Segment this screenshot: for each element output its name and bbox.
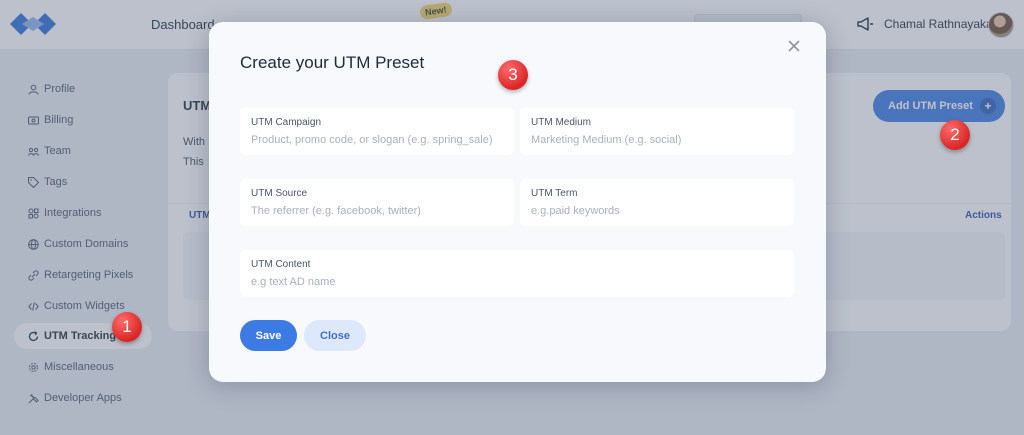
utm-medium-label: UTM Medium (531, 117, 592, 128)
utm-term-input[interactable] (531, 205, 783, 217)
utm-source-label: UTM Source (251, 188, 308, 199)
utm-term-field[interactable]: UTM Term (520, 179, 794, 226)
utm-term-label: UTM Term (531, 188, 578, 199)
utm-campaign-field[interactable]: UTM Campaign (240, 108, 514, 155)
modal-title: Create your UTM Preset (240, 53, 425, 72)
utm-campaign-label: UTM Campaign (251, 117, 322, 128)
step-marker-2: 2 (940, 120, 970, 150)
utm-content-label: UTM Content (251, 259, 311, 270)
step-marker-3: 3 (498, 60, 528, 90)
utm-source-field[interactable]: UTM Source (240, 179, 514, 226)
utm-content-field[interactable]: UTM Content (240, 250, 794, 297)
save-button[interactable]: Save (240, 320, 297, 351)
utm-medium-input[interactable] (531, 134, 783, 146)
close-button[interactable]: Close (304, 320, 366, 351)
utm-campaign-input[interactable] (251, 134, 503, 146)
utm-medium-field[interactable]: UTM Medium (520, 108, 794, 155)
close-icon[interactable] (786, 38, 802, 54)
step-marker-1: 1 (112, 312, 142, 342)
utm-source-input[interactable] (251, 205, 503, 217)
utm-content-input[interactable] (251, 276, 783, 288)
